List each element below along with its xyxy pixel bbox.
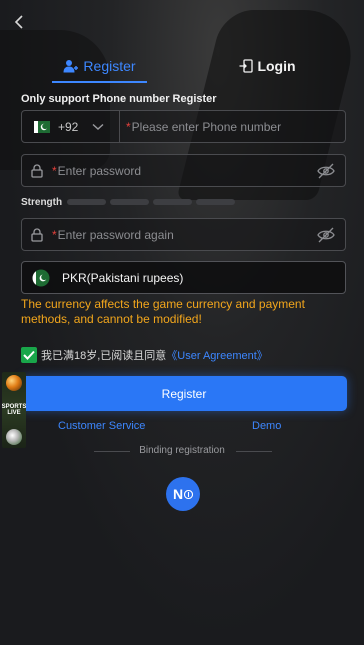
strength-bar-1 [67,199,106,205]
eye-off-icon[interactable] [317,227,335,248]
tab-login-label: Login [257,58,296,74]
user-add-icon [63,59,79,73]
register-hint: Only support Phone number Register [21,93,217,105]
football-icon [6,429,22,445]
user-agreement-link[interactable]: 《User Agreement》 [166,347,267,363]
tab-register-label: Register [83,58,136,74]
chevron-down-icon [92,118,104,136]
active-tab-indicator [52,81,147,83]
password-field[interactable]: * Enter password [21,154,346,187]
lock-icon [22,227,52,242]
strength-bar-2 [110,199,149,205]
strength-bar-4 [196,199,235,205]
binding-registration-label: Binding registration [0,445,364,456]
register-button[interactable]: Register [21,376,347,411]
social-badge-icon [184,489,194,499]
social-login-label: N [172,486,184,502]
phone-input-placeholder: Please enter Phone number [131,119,282,134]
tab-login[interactable]: Login [235,50,300,82]
country-code-select[interactable]: +92 [22,111,120,142]
password-placeholder: Enter password [57,163,142,178]
pakistan-flag-icon [26,269,56,287]
currency-value: PKR(Pakistani rupees) [62,270,184,285]
required-mark: * [126,119,131,134]
currency-field[interactable]: PKR(Pakistani rupees) [21,261,346,294]
chevron-left-icon [14,15,23,29]
binding-label-text: Binding registration [139,445,225,456]
pakistan-flag-icon [34,120,50,133]
lock-icon [22,163,52,178]
required-mark: * [52,227,57,242]
social-login-button[interactable]: N [166,477,200,511]
login-door-icon [239,59,254,73]
strength-bar-3 [153,199,192,205]
eye-off-icon[interactable] [317,163,335,184]
promo-text: SPORTS LIVE [2,404,26,416]
demo-link[interactable]: Demo [252,420,281,432]
strength-label: Strength [21,197,63,208]
password-again-placeholder: Enter password again [57,227,174,242]
agreement-checkbox[interactable] [21,347,37,363]
required-mark: * [52,163,57,178]
basketball-icon [6,375,22,391]
password-again-field[interactable]: * Enter password again [21,218,346,251]
tab-register[interactable]: Register [52,50,147,82]
back-button[interactable] [10,12,30,32]
sports-live-promo[interactable]: SPORTS LIVE [2,372,26,448]
agreement-text: 我已满18岁,已阅读且同意 [41,350,167,362]
phone-field[interactable]: +92 * Please enter Phone number [21,110,346,143]
country-code: +92 [58,119,79,134]
agreement-row: 我已满18岁,已阅读且同意 《User Agreement》 [21,347,268,363]
currency-warning: The currency affects the game currency a… [21,297,305,326]
check-icon [23,350,35,360]
customer-service-link[interactable]: Customer Service [58,420,145,432]
